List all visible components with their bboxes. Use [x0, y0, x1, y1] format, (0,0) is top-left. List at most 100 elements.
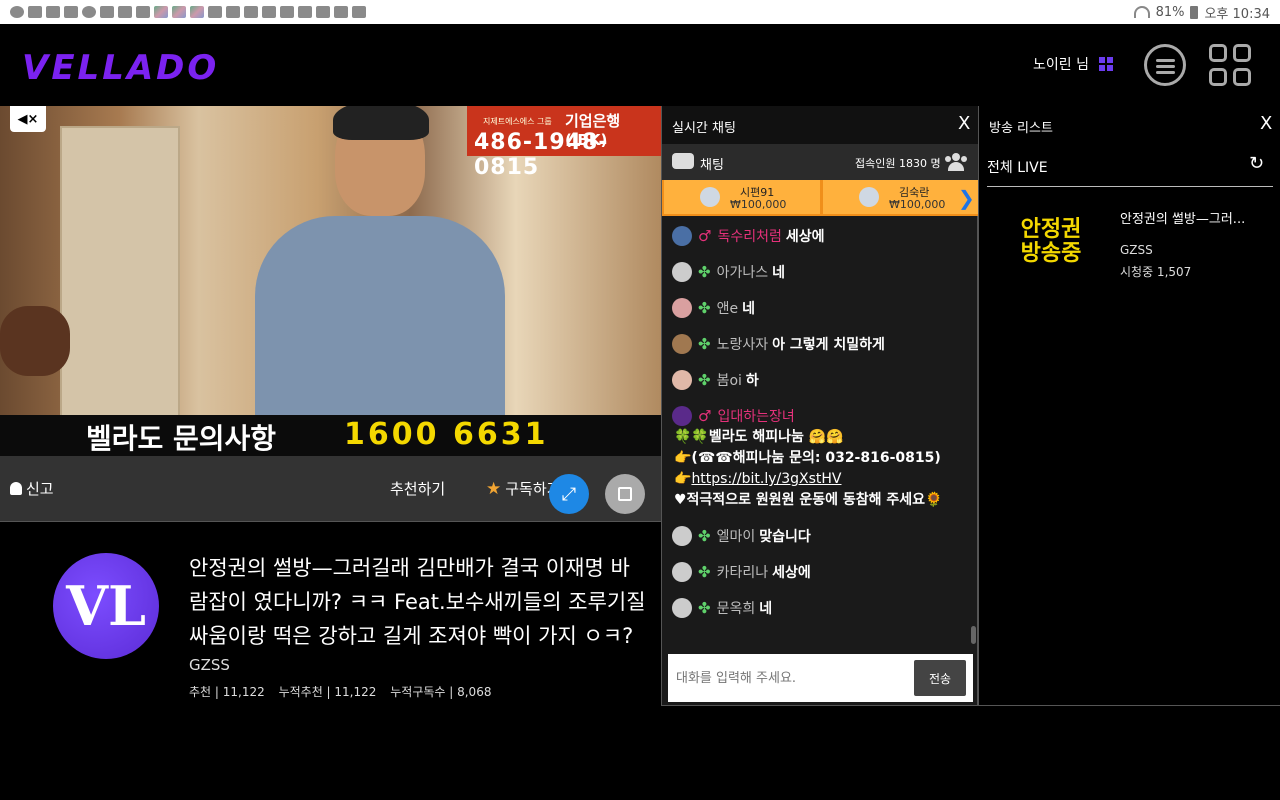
chat-text: 하: [745, 373, 759, 389]
chat-message: ✤ 카타리나 세상에: [672, 562, 811, 582]
chat-notification-icon: [10, 6, 24, 18]
user-avatar: [672, 262, 692, 282]
cloud-icon: [82, 6, 96, 18]
report-button[interactable]: 신고: [10, 478, 54, 499]
stat-total-subscribers: 누적구독수 | 8,068: [390, 685, 492, 699]
report-label: 신고: [26, 480, 54, 498]
donor-card[interactable]: 시편91 ₩100,000: [664, 180, 820, 214]
stream-stats: 추천 | 11,122 누적추천 | 11,122 누적구독수 | 8,068: [189, 683, 501, 700]
user-menu-icon[interactable]: [1099, 57, 1113, 71]
chat-nick[interactable]: 봄oi: [717, 370, 742, 390]
chat-scrollbar[interactable]: [971, 626, 976, 644]
chat-text: 네: [759, 601, 773, 617]
broadcast-list-title: 방송 리스트: [989, 121, 1053, 136]
clover-badge-icon: ✤: [698, 335, 711, 353]
image-icon: [64, 6, 78, 18]
refresh-icon[interactable]: ↻: [1249, 153, 1264, 174]
video-frame-chair: [0, 306, 70, 376]
user-avatar: [672, 370, 692, 390]
chat-messages[interactable]: ♂ 독수리처럼 세상에 ✤ 아가나스 네 ✤ 앤e 네 ✤ 노랑사자 아 그렇게…: [662, 216, 979, 646]
divider: [987, 186, 1273, 187]
chat-subheader: 채팅 접속인원 1830 명: [662, 144, 979, 180]
recommend-button[interactable]: 👍 추천하기: [390, 478, 514, 648]
gmail-icon: [352, 6, 366, 18]
chat-text: 세상에: [785, 229, 825, 245]
chat-title: 실시간 채팅: [672, 121, 736, 136]
chat-nick[interactable]: 입대하는장녀: [717, 406, 794, 426]
banner-text: 벨라도 문의사항: [86, 422, 277, 455]
chat-text: 네: [742, 301, 755, 317]
banner-number: 1600 6631: [344, 417, 549, 452]
channel-avatar[interactable]: VL: [53, 553, 159, 659]
chat-text: 세상에: [772, 565, 811, 581]
clover-badge-icon: ✤: [698, 263, 711, 281]
flipboard-icon: [118, 6, 132, 18]
thumb-text: 방송중: [1020, 241, 1082, 266]
chat-message: ✤ 봄oi 하: [672, 370, 759, 390]
user-avatar: [672, 226, 692, 246]
donor-next-icon[interactable]: ❯: [958, 186, 975, 210]
chat-text: 아 그렇게 치밀하게: [772, 337, 885, 353]
donor-avatar: [700, 187, 720, 207]
video-player[interactable]: 지제트에스에스 그룹 기업은행(IBK) 486-1948-0815 ◀× 벨라…: [0, 106, 661, 456]
gmail-icon: [334, 6, 348, 18]
fullscreen-button[interactable]: ⤢: [549, 474, 589, 514]
pip-icon: [618, 487, 632, 501]
chat-nick[interactable]: 앤e: [717, 298, 739, 318]
chat-text: 네: [772, 265, 785, 281]
video-action-bar: 신고 👍 추천하기 ★ 구독하기 ⤢: [0, 456, 661, 648]
viewer-count: 접속인원 1830 명: [855, 157, 941, 170]
chat-nick[interactable]: 아가나스: [717, 262, 769, 282]
broadcast-channel: GZSS: [1120, 243, 1153, 257]
username[interactable]: 노이린 님: [1033, 54, 1089, 74]
user-avatar: [672, 598, 692, 618]
send-button[interactable]: 전송: [914, 660, 966, 696]
youtube-icon: [28, 6, 42, 18]
chat-link[interactable]: https://bit.ly/3gXstHV: [691, 471, 841, 487]
broadcast-thumbnail[interactable]: 안정권 방송중: [999, 208, 1103, 276]
chat-nick[interactable]: 엘마이: [717, 526, 756, 546]
chat-tab[interactable]: 채팅: [700, 154, 724, 173]
chat-input-area: 전송: [668, 654, 973, 702]
photo-icon: [154, 6, 168, 18]
mute-icon[interactable]: ◀×: [10, 106, 46, 132]
battery-icon: [1190, 5, 1199, 19]
chat-message: ✤ 노랑사자 아 그렇게 치밀하게: [672, 334, 885, 354]
broadcast-list-close-button[interactable]: X: [1260, 113, 1272, 134]
clover-badge-icon: ✤: [698, 599, 711, 617]
thumb-text: 안정권: [1020, 217, 1082, 242]
status-bar: 81% 오후 10:34: [0, 0, 1280, 24]
vip-badge-icon: ♂: [698, 227, 712, 245]
clock: 오후 10:34: [1204, 6, 1270, 22]
chat-nick[interactable]: 카타리나: [717, 562, 769, 582]
donor-avatar: [859, 187, 879, 207]
broadcast-title[interactable]: 안정권의 썰방—그러...: [1120, 208, 1245, 227]
channel-name[interactable]: GZSS: [189, 656, 230, 674]
chat-nick[interactable]: 독수리처럼: [717, 226, 781, 246]
pip-button[interactable]: [605, 474, 645, 514]
pointing-icon: 👉: [674, 471, 692, 487]
vip-badge-icon: ♂: [698, 407, 712, 425]
user-avatar: [672, 298, 692, 318]
gmail-icon: [226, 6, 240, 18]
chat-nick[interactable]: 노랑사자: [717, 334, 769, 354]
stream-title: 안정권의 썰방—그러길래 김만배가 결국 이재명 바람잡이 였다니까? ㅋㅋ F…: [189, 556, 646, 648]
photo-icon: [190, 6, 204, 18]
apps-grid-icon[interactable]: [1209, 44, 1251, 86]
star-icon: ★: [486, 478, 502, 499]
gmail-icon: [208, 6, 222, 18]
chat-message: ✤ 문옥희 네: [672, 598, 772, 618]
clover-badge-icon: ✤: [698, 371, 711, 389]
chat-nick[interactable]: 문옥희: [717, 598, 756, 618]
user-avatar: [672, 334, 692, 354]
chat-line: 👉https://bit.ly/3gXstHV: [674, 469, 969, 490]
vellado-logo[interactable]: VELLADO: [22, 48, 219, 88]
chat-input[interactable]: [668, 654, 908, 702]
chat-close-button[interactable]: X: [958, 113, 970, 134]
people-icon[interactable]: [945, 153, 967, 171]
donor-card[interactable]: 김숙란 ₩100,000: [823, 180, 979, 214]
user-avatar: [672, 526, 692, 546]
gmail-icon: [244, 6, 258, 18]
app-header: VELLADO 노이린 님: [0, 24, 1280, 106]
chat-toggle-icon[interactable]: [1144, 44, 1186, 86]
